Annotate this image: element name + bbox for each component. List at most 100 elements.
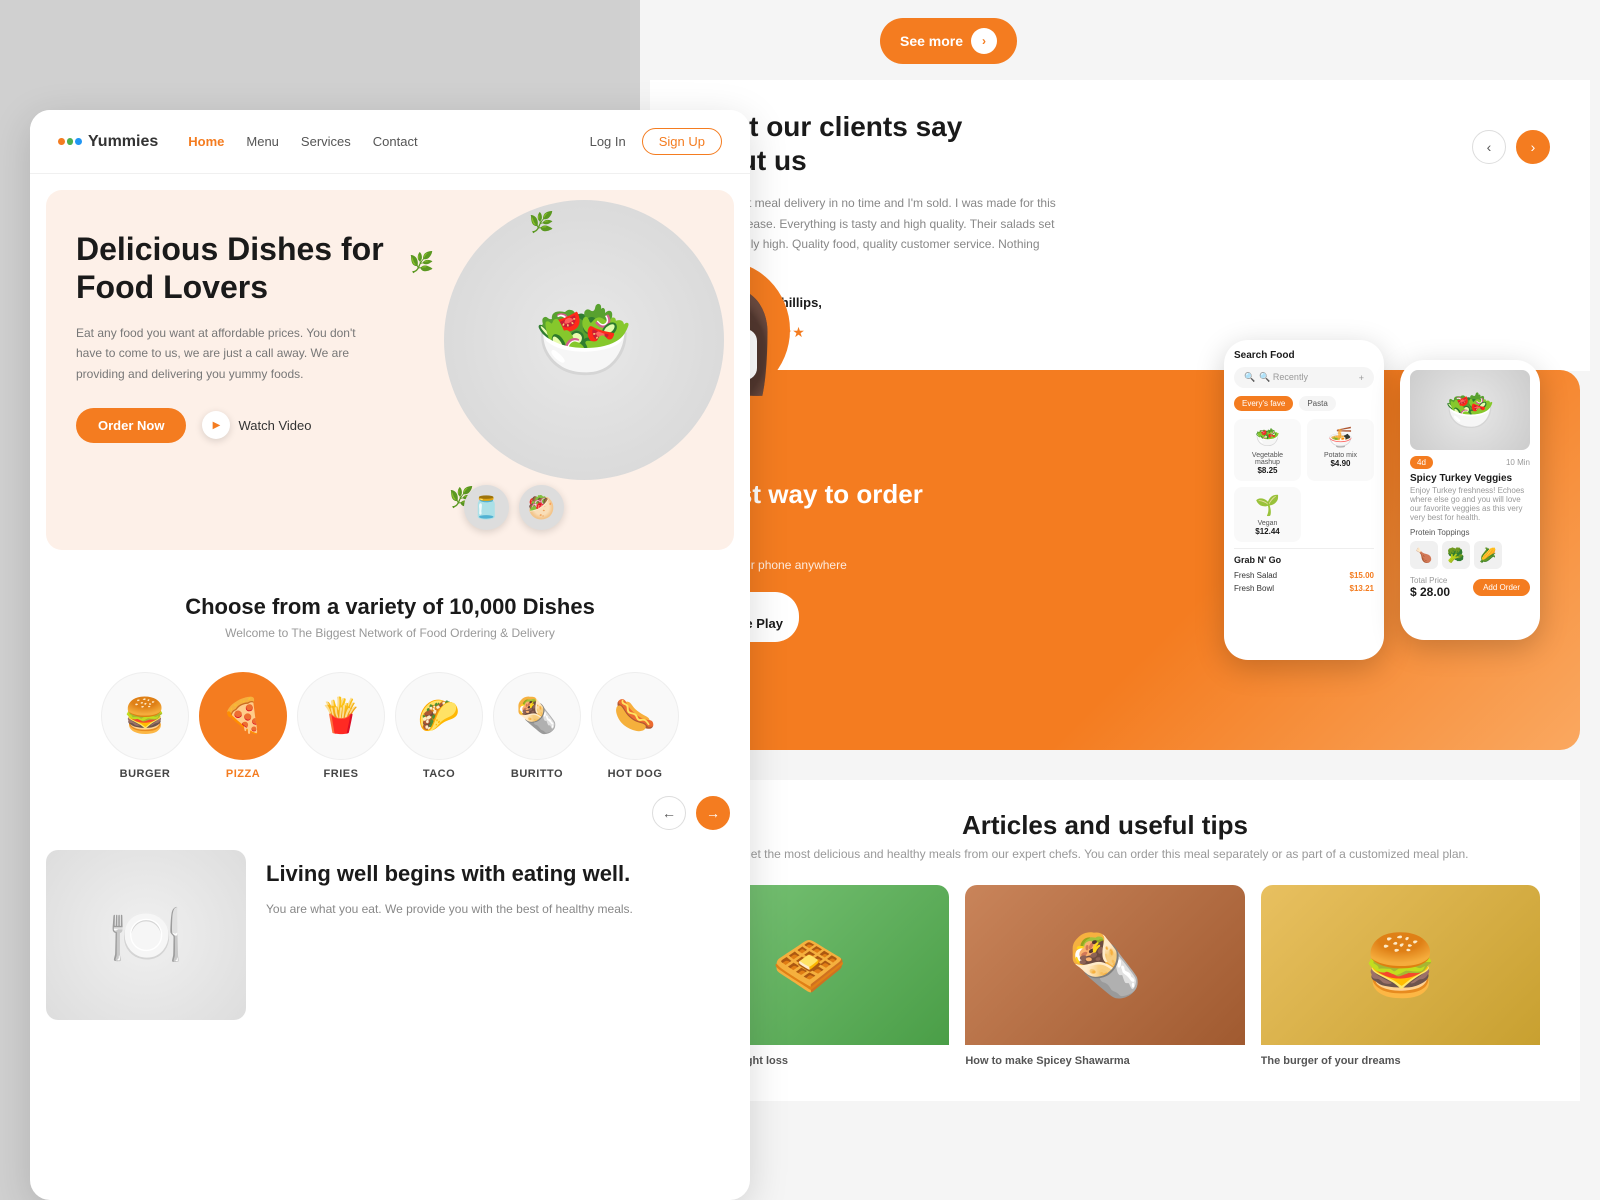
search-icon: 🔍: [1244, 372, 1255, 383]
phone-divider: [1234, 548, 1374, 549]
article-label-2: How to make Spicey Shawarma: [965, 1045, 1244, 1071]
main-website-card: Yummies Home Menu Services Contact Log I…: [30, 110, 750, 1200]
watch-video-button[interactable]: ▶ Watch Video: [202, 411, 311, 439]
category-hotdog[interactable]: 🌭 HOT DOG: [591, 672, 679, 780]
phone-food-2[interactable]: 🍜 Potato mix $4.90: [1307, 419, 1374, 481]
phone-food-3[interactable]: 🌱 Vegan $12.44: [1234, 487, 1301, 542]
food-emoji-1: 🥗: [1240, 425, 1295, 450]
phones-container: Search Food 🔍 🔍 Recently + Every's fave …: [1224, 340, 1540, 660]
phone-cat-2[interactable]: Pasta: [1299, 396, 1335, 411]
category-taco[interactable]: 🌮 TACO: [395, 672, 483, 780]
leaf-decoration-1: 🌿: [529, 210, 554, 235]
see-more-label: See more: [900, 33, 963, 49]
articles-title: Articles and useful tips: [670, 810, 1540, 841]
phone-mockup-right: 🥗 4d 10 Min Spicy Turkey Veggies Enjoy T…: [1400, 360, 1540, 640]
phone-list-item-2[interactable]: Fresh Bowl $13.21: [1234, 584, 1374, 593]
nav-home[interactable]: Home: [188, 133, 224, 151]
burger-label: BURGER: [120, 768, 171, 780]
article-image-2: 🌯: [965, 885, 1244, 1045]
phone-cat-1[interactable]: Every's fave: [1234, 396, 1293, 411]
phone-toppings-label: Protein Toppings: [1410, 528, 1530, 537]
articles-section: Articles and useful tips Get the most de…: [630, 780, 1580, 1101]
food-name-3: Vegan: [1240, 520, 1295, 527]
testimonial-nav: ‹ ›: [1472, 130, 1550, 164]
hotdog-label: HOT DOG: [608, 768, 663, 780]
pizza-label: PIZZA: [226, 768, 260, 780]
logo: Yummies: [58, 133, 158, 151]
logo-icon: [58, 134, 82, 150]
articles-grid: 🧇 Perfect for weight loss 🌯 How to make …: [670, 885, 1540, 1071]
add-icon: +: [1359, 373, 1364, 383]
food-emoji-2: 🍜: [1313, 425, 1368, 450]
signup-button[interactable]: Sign Up: [642, 128, 722, 155]
logo-dot-blue: [75, 138, 82, 145]
category-burger[interactable]: 🍔 BURGER: [101, 672, 189, 780]
food-price-3: $12.44: [1240, 527, 1295, 536]
topping-1: 🍗: [1410, 541, 1438, 569]
phone-section-title: Grab N' Go: [1234, 555, 1374, 565]
hero-section: Delicious Dishes for Food Lovers Eat any…: [46, 190, 734, 550]
hero-subtitle: Eat any food you want at affordable pric…: [76, 323, 356, 384]
phone-add-order-button[interactable]: Add Order: [1473, 579, 1530, 596]
time-badge: 10 Min: [1506, 458, 1530, 467]
nav-services[interactable]: Services: [301, 133, 351, 151]
buritto-icon-wrap: 🌯: [493, 672, 581, 760]
rating-badge: 4d: [1410, 456, 1433, 469]
phone-search-bar[interactable]: 🔍 🔍 Recently +: [1234, 367, 1374, 388]
navbar: Yummies Home Menu Services Contact Log I…: [30, 110, 750, 174]
bottom-section: 🍽️ Living well begins with eating well. …: [30, 840, 750, 1030]
phone-topping-images: 🍗 🥦 🌽: [1410, 541, 1530, 569]
leaf-decoration-2: 🌿: [409, 250, 434, 275]
play-icon: ▶: [202, 411, 230, 439]
logo-dot-green: [67, 138, 74, 145]
category-fries[interactable]: 🍟 FRIES: [297, 672, 385, 780]
fries-label: FRIES: [324, 768, 359, 780]
phone-food-desc: Enjoy Turkey freshness! Echoes where els…: [1410, 486, 1530, 522]
phone-food-grid: 🥗 Vegetable mashup $8.25 🍜 Potato mix $4…: [1234, 419, 1374, 542]
wellness-text: Living well begins with eating well. You…: [266, 850, 633, 919]
variety-section: Choose from a variety of 10,000 Dishes W…: [30, 566, 750, 656]
wellness-desc: You are what you eat. We provide you wit…: [266, 899, 633, 919]
food-mini-2: 🥙: [519, 485, 564, 530]
logo-dot-orange: [58, 138, 65, 145]
see-more-button[interactable]: See more ›: [880, 18, 1017, 64]
category-buritto[interactable]: 🌯 BURITTO: [493, 672, 581, 780]
next-button[interactable]: →: [696, 796, 730, 830]
phone-left-header: Search Food: [1234, 350, 1374, 361]
see-more-arrow-icon: ›: [971, 28, 997, 54]
hero-title: Delicious Dishes for Food Lovers: [76, 230, 396, 307]
logo-text: Yummies: [88, 133, 158, 151]
taco-label: TACO: [423, 768, 455, 780]
phone-food-1[interactable]: 🥗 Vegetable mashup $8.25: [1234, 419, 1301, 481]
food-mini-1: 🫙: [464, 485, 509, 530]
carousel-nav: ← →: [30, 796, 750, 840]
testimonial-next-button[interactable]: ›: [1516, 130, 1550, 164]
order-now-button[interactable]: Order Now: [76, 408, 186, 443]
variety-subtitle: Welcome to The Biggest Network of Food O…: [46, 626, 734, 640]
article-image-3: 🍔: [1261, 885, 1540, 1045]
topping-2: 🥦: [1442, 541, 1470, 569]
login-button[interactable]: Log In: [590, 134, 626, 149]
phone-food-title: Spicy Turkey Veggies: [1410, 473, 1530, 484]
category-pizza[interactable]: 🍕 PIZZA: [199, 672, 287, 780]
food-emoji-3: 🌱: [1240, 493, 1295, 518]
topping-3: 🌽: [1474, 541, 1502, 569]
article-label-3: The burger of your dreams: [1261, 1045, 1540, 1071]
testimonial-prev-button[interactable]: ‹: [1472, 130, 1506, 164]
phone-detail-image: 🥗: [1410, 370, 1530, 450]
article-card-3[interactable]: 🍔 The burger of your dreams: [1261, 885, 1540, 1071]
buritto-label: BURITTO: [511, 768, 563, 780]
phone-price-row: Total Price $ 28.00 Add Order: [1410, 575, 1530, 599]
burger-icon-wrap: 🍔: [101, 672, 189, 760]
hotdog-icon-wrap: 🌭: [591, 672, 679, 760]
pizza-icon-wrap: 🍕: [199, 672, 287, 760]
article-card-2[interactable]: 🌯 How to make Spicey Shawarma: [965, 885, 1244, 1071]
app-section: Fastest way to order food Order from you…: [630, 370, 1580, 750]
nav-contact[interactable]: Contact: [373, 133, 418, 151]
prev-button[interactable]: ←: [652, 796, 686, 830]
variety-title: Choose from a variety of 10,000 Dishes: [46, 594, 734, 620]
phone-list-item-1[interactable]: Fresh Salad $15.00: [1234, 571, 1374, 580]
food-price-2: $4.90: [1313, 459, 1368, 468]
food-name-1: Vegetable mashup: [1240, 452, 1295, 466]
nav-menu[interactable]: Menu: [246, 133, 279, 151]
